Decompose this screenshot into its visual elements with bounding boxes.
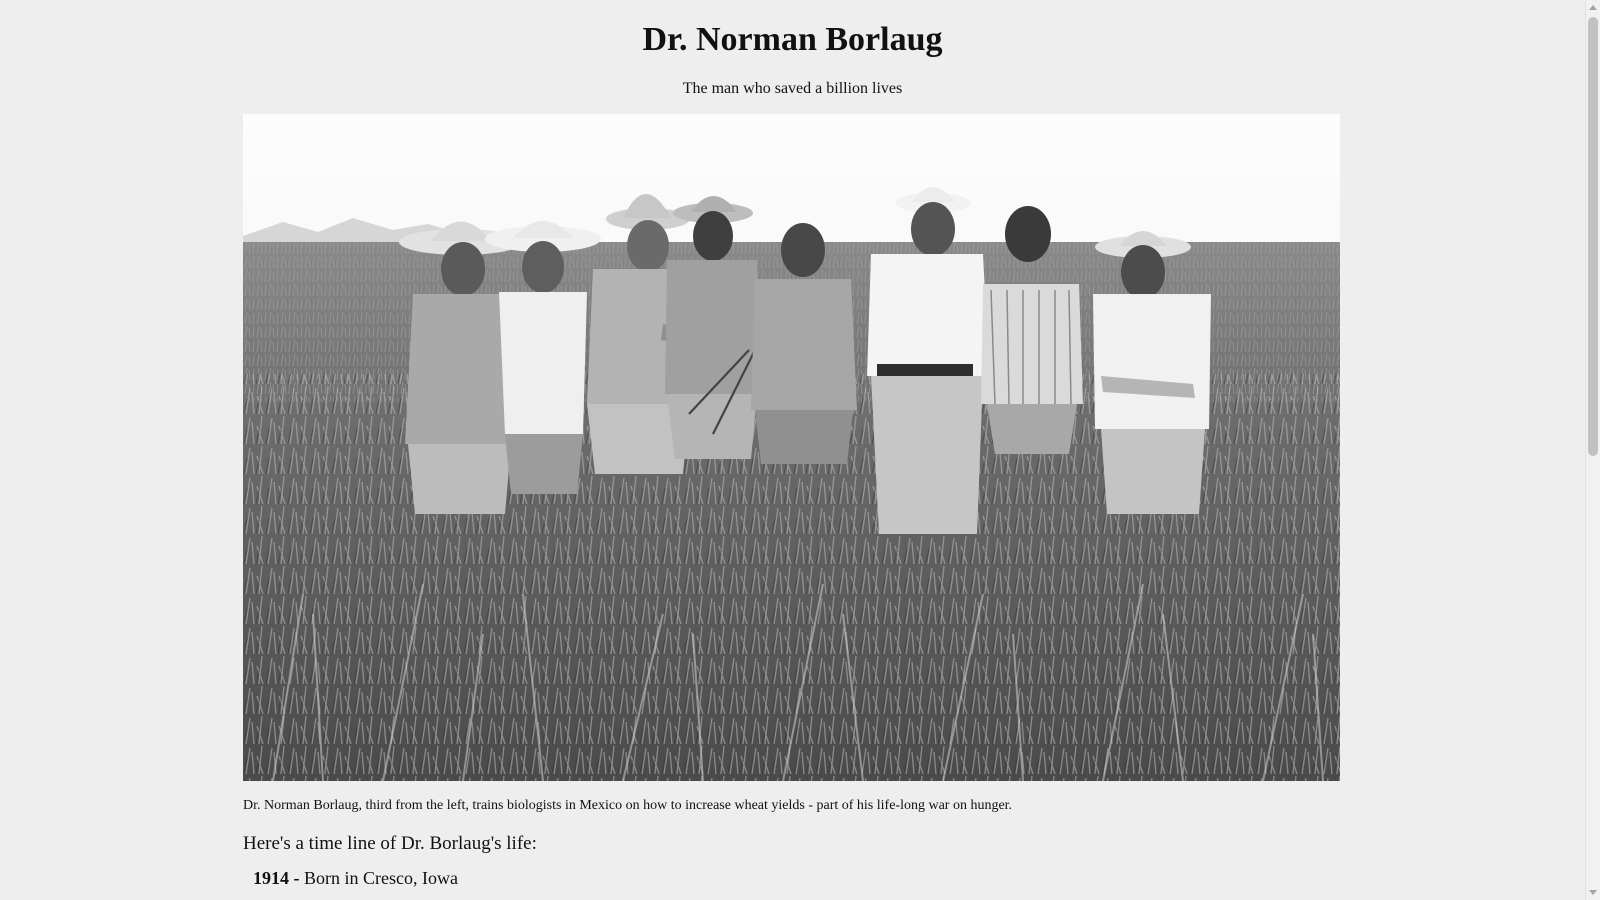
timeline-year: 1914 - (253, 868, 300, 888)
vertical-scrollbar[interactable] (1585, 0, 1600, 900)
timeline-event: Born in Cresco, Iowa (304, 868, 458, 888)
page-title: Dr. Norman Borlaug (642, 21, 943, 58)
timeline-intro: Here's a time line of Dr. Borlaug's life… (243, 833, 537, 854)
timeline-list: 1914 - Born in Cresco, Iowa (243, 864, 458, 892)
borlaug-field-photo (243, 114, 1340, 781)
photo-caption: Dr. Norman Borlaug, third from the left,… (243, 798, 1013, 813)
page: Dr. Norman Borlaug The man who saved a b… (0, 0, 1585, 900)
scroll-thumb[interactable] (1588, 17, 1598, 456)
timeline-item: 1914 - Born in Cresco, Iowa (243, 864, 458, 892)
scroll-up-arrow-icon[interactable] (1589, 5, 1597, 10)
page-subtitle: The man who saved a billion lives (682, 80, 903, 97)
scroll-down-arrow-icon[interactable] (1589, 890, 1597, 895)
